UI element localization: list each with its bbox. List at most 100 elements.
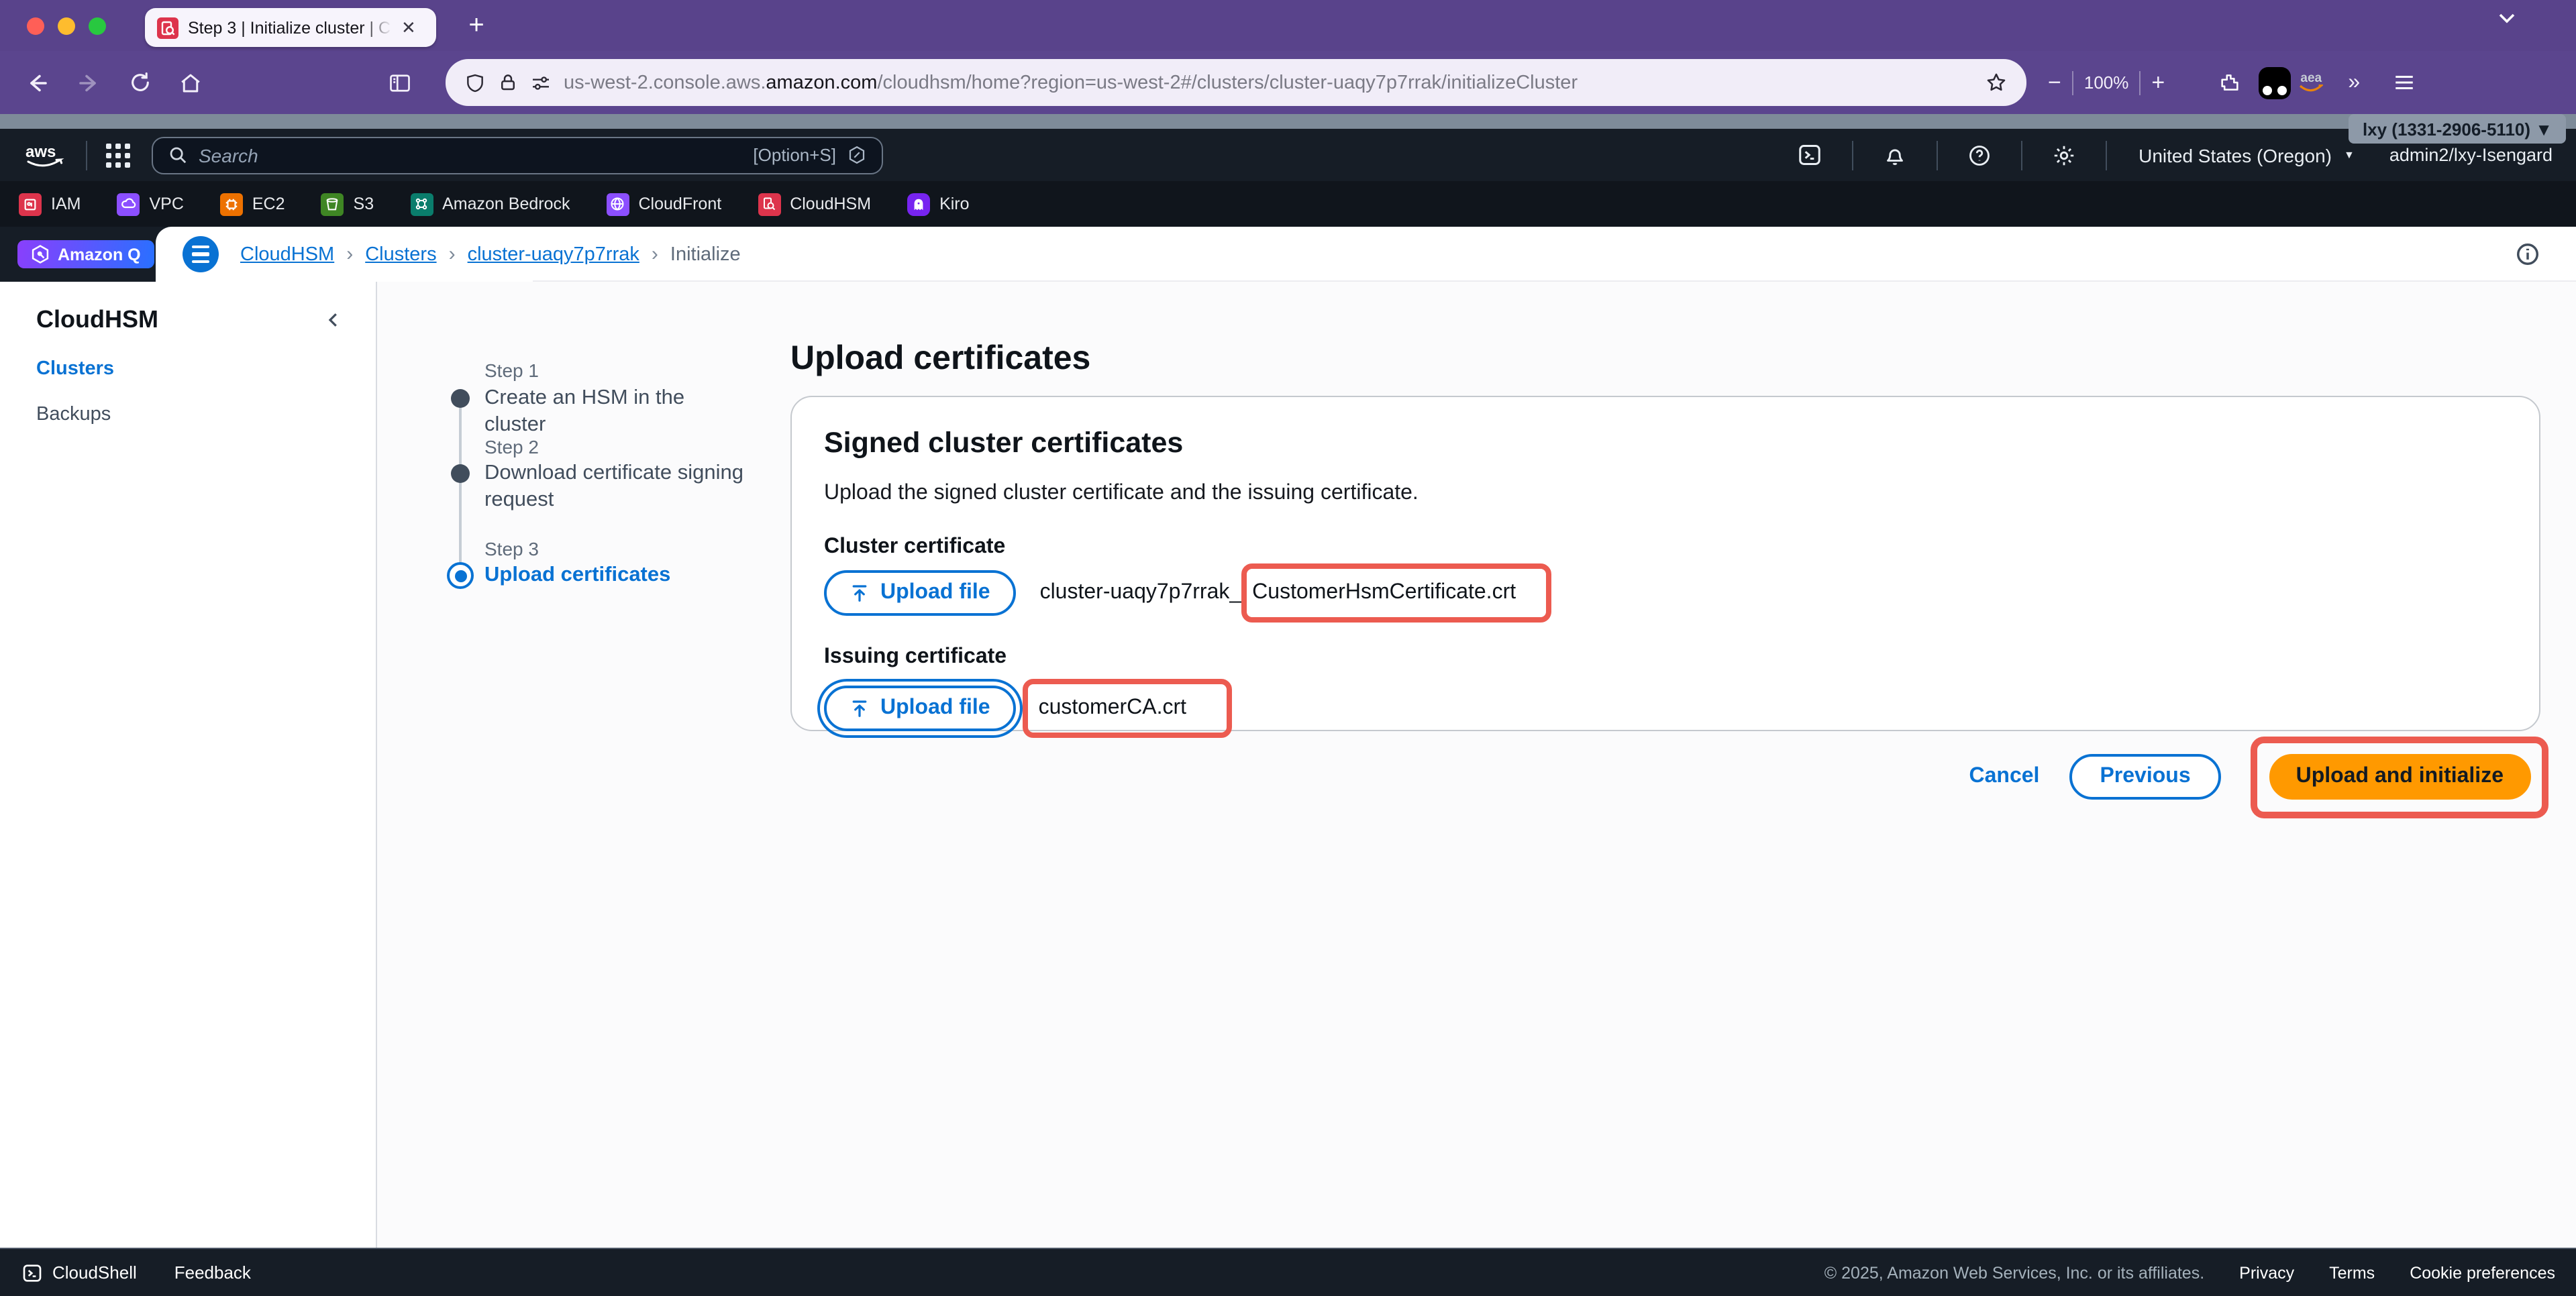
step-connector — [459, 402, 462, 574]
breadcrumb-cloudhsm[interactable]: CloudHSM — [240, 244, 334, 265]
step3-title-current[interactable]: Upload certificates — [484, 562, 746, 589]
permissions-settings-icon[interactable] — [530, 72, 552, 93]
account-badge[interactable]: lxy (1331-2906-5110) ▼ — [2349, 114, 2566, 144]
annotation-red-box: customerCA.crt — [1023, 679, 1233, 738]
url-text[interactable]: us-west-2.console.aws.amazon.com/cloudhs… — [564, 72, 1973, 93]
step1-dot — [451, 389, 470, 408]
zoom-level[interactable]: 100% — [2084, 72, 2129, 93]
divider — [2020, 140, 2022, 170]
divider — [1851, 140, 1853, 170]
issuing-certificate-label: Issuing certificate — [824, 645, 2507, 669]
footer-privacy-link[interactable]: Privacy — [2239, 1263, 2294, 1282]
tracking-shield-icon[interactable] — [464, 72, 486, 93]
bookmarks-bar: IAM VPC EC2 S3 Amazon Bedrock CloudFront… — [0, 181, 2576, 227]
extension-avatar-icon[interactable] — [2259, 66, 2291, 99]
new-tab-button[interactable]: + — [456, 5, 497, 46]
services-grid-icon[interactable] — [106, 143, 130, 167]
cluster-certificate-filename-prefix: cluster-uaqy7p7rrak_ — [1040, 581, 1242, 605]
footer-terms-link[interactable]: Terms — [2329, 1263, 2375, 1282]
issuing-certificate-row: Upload file customerCA.crt — [824, 686, 2507, 731]
search-placeholder: Search — [199, 144, 742, 166]
breadcrumb: CloudHSM › Clusters › cluster-uaqy7p7rra… — [240, 243, 741, 266]
vpc-icon — [117, 193, 140, 215]
chevron-down-icon: ▼ — [2344, 149, 2355, 161]
aws-logo[interactable]: aws — [24, 142, 67, 168]
amazon-q-button[interactable]: Amazon Q — [17, 240, 154, 268]
bookmark-cloudfront[interactable]: CloudFront — [607, 193, 722, 215]
content-area: Step 1 Create an HSM in the cluster Step… — [377, 282, 2576, 1248]
lock-icon[interactable] — [498, 72, 518, 93]
svg-text:aws: aws — [25, 142, 56, 160]
settings-gear-icon[interactable] — [2041, 143, 2086, 167]
tab-close-icon[interactable]: ✕ — [401, 17, 416, 38]
account-user-label[interactable]: admin2/lxy-Isengard — [2389, 145, 2553, 165]
notifications-bell-icon[interactable] — [1871, 143, 1917, 167]
help-icon[interactable] — [1956, 143, 2002, 167]
sidebar-item-clusters[interactable]: Clusters — [36, 358, 344, 380]
maximize-window-button[interactable] — [89, 17, 106, 34]
upload-issuing-certificate-button[interactable]: Upload file — [824, 686, 1016, 731]
minimize-window-button[interactable] — [58, 17, 75, 34]
sidebar-item-backups[interactable]: Backups — [36, 404, 344, 425]
card-title: Signed cluster certificates — [824, 427, 2507, 460]
reload-icon[interactable] — [118, 61, 161, 104]
step2-dot — [451, 464, 470, 483]
bookmark-amazon-bedrock[interactable]: Amazon Bedrock — [410, 193, 570, 215]
step2-title[interactable]: Download certificate signing request — [484, 460, 746, 514]
breadcrumb-clusters[interactable]: Clusters — [365, 244, 436, 265]
browser-tab-strip: Step 3 | Initialize cluster | CloudH ✕ + — [0, 0, 2576, 51]
search-shortcut: [Option+S] — [753, 145, 836, 165]
step1-title[interactable]: Create an HSM in the cluster — [484, 385, 746, 439]
upload-and-initialize-button[interactable]: Upload and initialize — [2269, 754, 2530, 800]
close-window-button[interactable] — [27, 17, 44, 34]
url-bar[interactable]: us-west-2.console.aws.amazon.com/cloudhs… — [446, 59, 2026, 106]
side-menu-hamburger-icon[interactable] — [183, 236, 219, 272]
zoom-out-icon[interactable]: − — [2048, 69, 2061, 96]
region-selector[interactable]: United States (Oregon) — [2139, 144, 2332, 166]
bookmark-s3[interactable]: S3 — [321, 193, 374, 215]
s3-icon — [321, 193, 344, 215]
search-icon — [168, 145, 188, 165]
bookmark-kiro[interactable]: Kiro — [907, 193, 969, 215]
search-input[interactable]: Search [Option+S] — [152, 136, 883, 174]
cloudfront-icon — [607, 193, 629, 215]
menu-hamburger-icon[interactable] — [2382, 61, 2425, 104]
url-subdomain: us-west-2.console.aws. — [564, 72, 766, 93]
toolbar-overflow-icon[interactable]: » — [2331, 61, 2374, 104]
forward-icon[interactable] — [67, 61, 110, 104]
collapse-sidebar-icon[interactable] — [323, 310, 344, 330]
aws-extension-icon[interactable]: aea — [2299, 72, 2323, 93]
cloudshell-icon[interactable] — [1787, 142, 1833, 168]
breadcrumb-row: Amazon Q CloudHSM › Clusters › cluster-u… — [0, 227, 2576, 282]
zoom-in-icon[interactable]: + — [2151, 69, 2165, 96]
bookmark-ec2[interactable]: EC2 — [220, 193, 285, 215]
bookmark-vpc[interactable]: VPC — [117, 193, 183, 215]
cancel-button[interactable]: Cancel — [1969, 765, 2040, 789]
back-icon[interactable] — [16, 61, 59, 104]
browser-tab[interactable]: Step 3 | Initialize cluster | CloudH ✕ — [145, 8, 436, 47]
footer-cookie-preferences-link[interactable]: Cookie preferences — [2410, 1263, 2555, 1282]
iam-icon — [19, 193, 42, 215]
bookmark-cloudhsm[interactable]: CloudHSM — [758, 193, 871, 215]
browser-toolbar: us-west-2.console.aws.amazon.com/cloudhs… — [0, 51, 2576, 114]
console-footer: CloudShell Feedback © 2025, Amazon Web S… — [0, 1248, 2576, 1296]
breadcrumb-cluster-id[interactable]: cluster-uaqy7p7rrak — [468, 244, 639, 265]
cloudhsm-favicon-icon — [157, 17, 178, 38]
bookmark-iam[interactable]: IAM — [19, 193, 81, 215]
bookmark-star-icon[interactable] — [1985, 71, 2008, 94]
previous-button[interactable]: Previous — [2069, 754, 2221, 800]
sidebar-toggle-icon[interactable] — [378, 61, 421, 104]
extension-icon[interactable] — [2208, 61, 2251, 104]
home-icon[interactable] — [169, 61, 212, 104]
sidebar-title: CloudHSM — [36, 306, 158, 334]
annotation-red-box: CustomerHsmCertificate.crt — [1241, 563, 1551, 623]
upload-cluster-certificate-button[interactable]: Upload file — [824, 570, 1016, 616]
kiro-icon — [907, 193, 930, 215]
tab-title: Step 3 | Initialize cluster | CloudH — [188, 18, 392, 37]
info-icon[interactable] — [2515, 241, 2540, 267]
footer-feedback[interactable]: Feedback — [174, 1262, 251, 1283]
divider — [86, 140, 87, 170]
footer-cloudshell[interactable]: CloudShell — [21, 1262, 137, 1283]
list-tabs-chevron-icon[interactable] — [2496, 7, 2518, 28]
step2-label: Step 2 — [484, 436, 539, 457]
